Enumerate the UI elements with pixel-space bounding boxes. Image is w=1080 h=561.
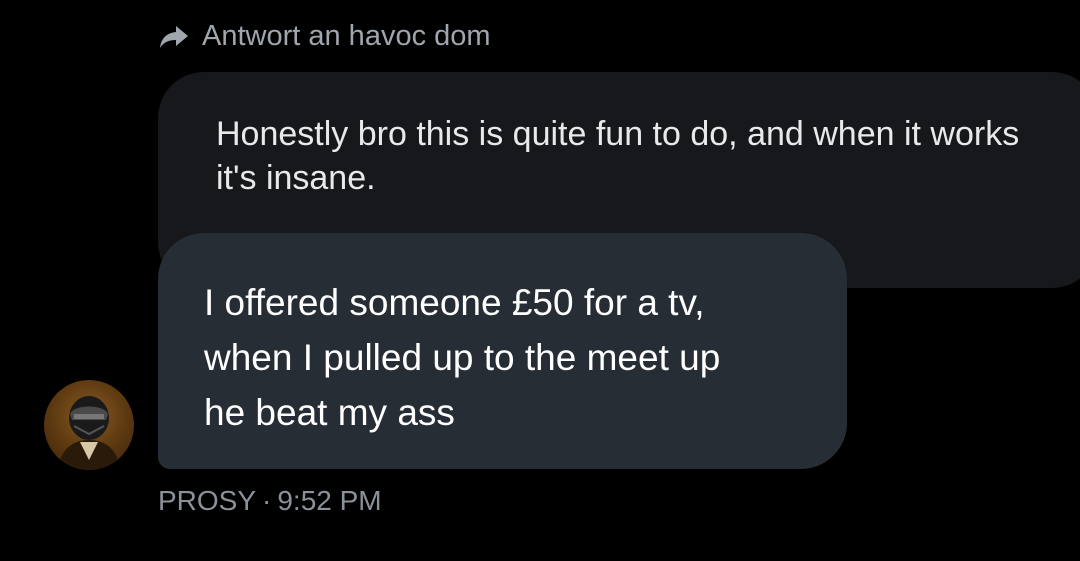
message-meta: PROSY · 9:52 PM bbox=[158, 485, 382, 517]
reply-indicator-label: Antwort an havoc dom bbox=[202, 19, 491, 52]
message-bubble[interactable]: I offered someone £50 for a tv, when I p… bbox=[158, 233, 847, 469]
quoted-message-text: Honestly bro this is quite fun to do, an… bbox=[216, 115, 1020, 197]
reply-arrow-icon bbox=[158, 20, 190, 52]
meta-separator: · bbox=[262, 485, 272, 516]
avatar[interactable] bbox=[44, 380, 134, 470]
timestamp: 9:52 PM bbox=[277, 485, 382, 516]
helmet-figure-icon bbox=[58, 396, 120, 470]
reply-indicator[interactable]: Antwort an havoc dom bbox=[158, 18, 491, 54]
sender-name[interactable]: PROSY bbox=[158, 485, 256, 516]
message-text: I offered someone £50 for a tv, when I p… bbox=[204, 282, 721, 433]
